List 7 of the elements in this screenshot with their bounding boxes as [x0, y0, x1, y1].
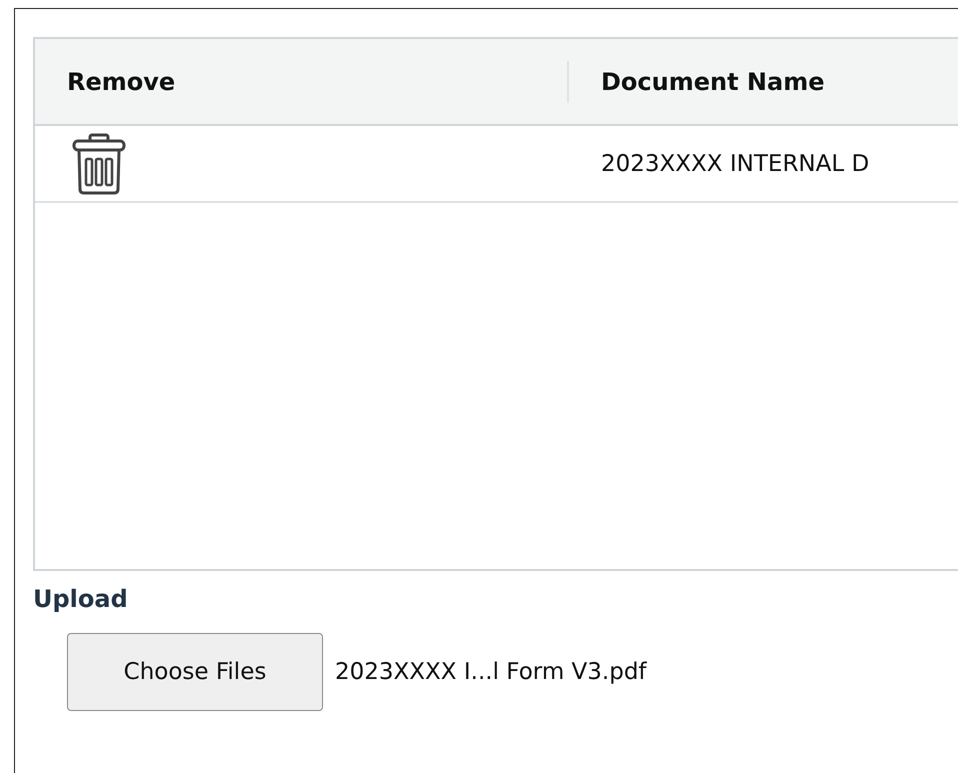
- choose-files-button[interactable]: Choose Files: [67, 633, 323, 711]
- upload-label: Upload: [33, 585, 129, 613]
- column-header: Document Name: [601, 68, 824, 96]
- table-cell: 2023XXXX INTERNAL D: [601, 150, 870, 176]
- column-header: Remove: [67, 68, 176, 96]
- file-name: 2023XXXX I...l Form V3.pdf: [335, 659, 647, 685]
- trash-icon[interactable]: [71, 132, 127, 194]
